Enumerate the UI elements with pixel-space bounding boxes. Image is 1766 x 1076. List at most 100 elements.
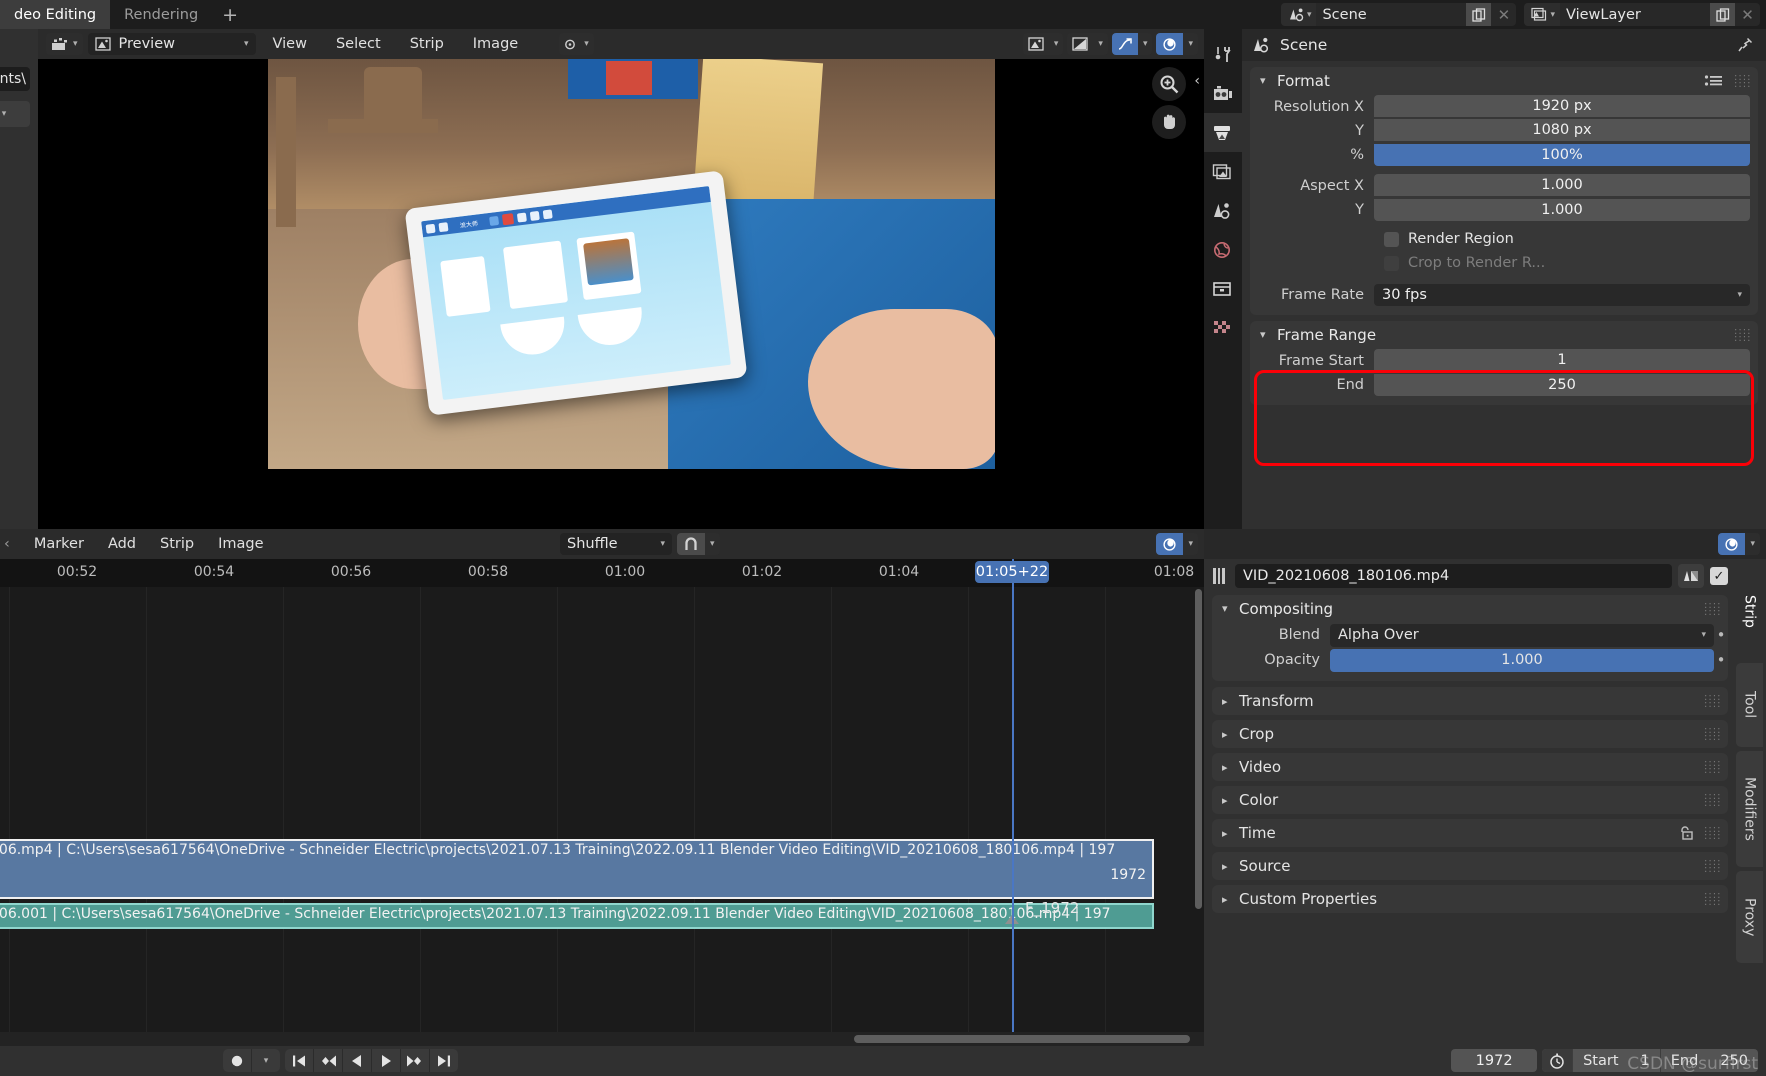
menu-marker[interactable]: Marker xyxy=(22,536,96,552)
record-dropdown-button[interactable]: ▾ xyxy=(252,1049,280,1072)
next-keyframe-icon[interactable] xyxy=(401,1049,429,1072)
compositing-panel-header[interactable]: ▾ Compositing :::::::: xyxy=(1212,595,1728,622)
add-workspace-button[interactable]: + xyxy=(212,0,248,29)
chevron-left-icon[interactable]: ‹ xyxy=(1194,73,1200,89)
panel-crop[interactable]: ▸ Crop :::::::: xyxy=(1212,720,1728,748)
sidebar-tab-tool[interactable]: Tool xyxy=(1736,663,1763,747)
properties-tab-render[interactable] xyxy=(1204,74,1242,113)
editor-type-button[interactable]: ▾ xyxy=(46,33,83,55)
toggle-image-overlay[interactable]: ▾ xyxy=(1022,33,1064,55)
resolution-y-field[interactable]: 1080 px xyxy=(1374,119,1750,141)
menu-strip[interactable]: Strip xyxy=(148,536,206,552)
timeline-tracks[interactable]: 106.mp4 | C:\Users\sesa617564\OneDrive -… xyxy=(0,587,1204,1046)
workspace-tab-rendering[interactable]: Rendering xyxy=(110,0,212,29)
workspace-tab-video-editing[interactable]: deo Editing xyxy=(0,0,111,29)
sidebar-tab-modifiers[interactable]: Modifiers xyxy=(1736,751,1763,867)
current-frame-field[interactable]: 1972 xyxy=(1451,1049,1538,1072)
overlap-mode-dropdown[interactable]: Shuffle ▾ xyxy=(560,533,672,555)
menu-overflow[interactable]: ‹ xyxy=(0,536,22,552)
remove-viewlayer-button[interactable]: ✕ xyxy=(1735,3,1760,26)
toggle-color-manage[interactable]: ▾ xyxy=(1156,33,1198,55)
zoom-in-icon[interactable] xyxy=(1152,67,1186,101)
grip-icon[interactable]: :::::::: xyxy=(1734,326,1750,343)
grip-icon[interactable]: :::::::: xyxy=(1704,792,1720,809)
render-region-row[interactable]: Render Region xyxy=(1250,227,1758,251)
menu-strip[interactable]: Strip xyxy=(398,36,456,52)
opacity-slider[interactable]: 1.000 xyxy=(1330,648,1714,672)
aspect-y-field[interactable]: 1.000 xyxy=(1374,198,1750,221)
panel-video[interactable]: ▸ Video :::::::: xyxy=(1212,753,1728,781)
format-panel-header[interactable]: ▾ Format :::::::: xyxy=(1250,67,1758,94)
timeline-strip-audio[interactable]: 106.001 | C:\Users\sesa617564\OneDrive -… xyxy=(0,903,1154,929)
strip-sidebar-content[interactable]: VID_20210608_180106.mp4 ✓ ▾ Compositing … xyxy=(1204,559,1736,1046)
grip-icon[interactable]: :::::::: xyxy=(1704,600,1720,617)
remove-scene-button[interactable]: ✕ xyxy=(1491,3,1516,26)
chevron-down-icon[interactable]: ▾ xyxy=(1137,33,1153,55)
toggle-gamma-display[interactable]: ▾ xyxy=(1067,33,1108,55)
timeline-horizontal-scrollbar[interactable] xyxy=(0,1032,1204,1046)
scene-datablock-field[interactable]: ▾ Scene ✕ xyxy=(1280,3,1517,26)
menu-image[interactable]: Image xyxy=(461,36,530,52)
grip-icon[interactable]: :::::::: xyxy=(1704,825,1720,842)
view-mode-dropdown[interactable]: Preview ▾ xyxy=(87,33,256,55)
scrollbar-thumb[interactable] xyxy=(1195,589,1202,909)
resolution-x-field[interactable]: 1920 px xyxy=(1374,95,1750,117)
scrollbar-thumb[interactable] xyxy=(854,1035,1190,1043)
panel-color[interactable]: ▸ Color :::::::: xyxy=(1212,786,1728,814)
grip-icon[interactable]: :::::::: xyxy=(1704,726,1720,743)
properties-tab-collection[interactable] xyxy=(1204,269,1242,308)
sequencer-timeline[interactable]: 00:52 00:54 00:56 00:58 01:00 01:02 01:0… xyxy=(0,559,1204,1046)
snap-anchor-button[interactable]: ▾ xyxy=(559,33,594,55)
toggle-sequencer-overlay[interactable]: ▾ xyxy=(1156,533,1198,555)
play-icon[interactable] xyxy=(372,1049,400,1072)
chevron-down-icon[interactable]: ▾ xyxy=(1183,33,1198,55)
frame-rate-dropdown[interactable]: 30 fps ▾ xyxy=(1374,283,1750,306)
chevron-down-icon[interactable]: ▾ xyxy=(1048,33,1064,55)
animate-property-dot[interactable]: • xyxy=(1714,651,1728,669)
jump-to-start-icon[interactable] xyxy=(285,1049,313,1072)
toggle-overlay-curve[interactable]: ▾ xyxy=(1111,33,1153,55)
blend-mode-dropdown[interactable]: Alpha Over ▾ xyxy=(1330,623,1714,647)
color-tag-icon[interactable] xyxy=(1678,564,1704,588)
frame-start-field[interactable]: 1 xyxy=(1374,349,1750,371)
grip-icon[interactable]: :::::::: xyxy=(1704,693,1720,710)
new-scene-button[interactable] xyxy=(1466,3,1492,26)
left-dropdown-button[interactable]: ▾ xyxy=(0,101,30,127)
left-path-field[interactable]: nts\ xyxy=(0,67,30,91)
resolution-percentage-slider[interactable]: 100% xyxy=(1374,143,1750,166)
end-frame-field[interactable]: End 250 xyxy=(1661,1049,1758,1072)
menu-view[interactable]: View xyxy=(261,36,319,52)
panel-custom-properties[interactable]: ▸ Custom Properties :::::::: xyxy=(1212,885,1728,913)
aspect-x-field[interactable]: 1.000 xyxy=(1374,174,1750,196)
jump-to-end-icon[interactable] xyxy=(430,1049,458,1072)
properties-tab-texture[interactable] xyxy=(1204,308,1242,347)
pin-icon[interactable] xyxy=(1736,36,1754,54)
timeline-vertical-scrollbar[interactable] xyxy=(1192,587,1204,1032)
preview-canvas[interactable]: 流大师 ‹ xyxy=(38,59,1204,529)
sidebar-tab-strip[interactable]: Strip xyxy=(1736,563,1763,659)
properties-content[interactable]: ▾ Format :::::::: Resolution X 1920 px Y xyxy=(1242,61,1766,529)
snap-toggle[interactable]: ▾ xyxy=(677,533,720,555)
chevron-down-icon[interactable]: ▾ xyxy=(705,533,720,555)
grip-icon[interactable]: :::::::: xyxy=(1734,72,1750,89)
previous-keyframe-icon[interactable] xyxy=(314,1049,342,1072)
menu-select[interactable]: Select xyxy=(324,36,393,52)
viewlayer-datablock-field[interactable]: ▾ ViewLayer ✕ xyxy=(1524,3,1760,26)
toggle-sequencer-overlay[interactable]: ▾ xyxy=(1718,533,1760,555)
render-region-checkbox[interactable] xyxy=(1384,231,1399,247)
menu-image[interactable]: Image xyxy=(206,536,275,552)
preset-list-icon[interactable] xyxy=(1704,74,1724,88)
properties-tab-scene[interactable] xyxy=(1204,191,1242,230)
pan-hand-icon[interactable] xyxy=(1152,105,1186,139)
frame-range-panel-header[interactable]: ▾ Frame Range :::::::: xyxy=(1250,321,1758,348)
frame-end-field[interactable]: 250 xyxy=(1374,373,1750,396)
start-frame-field[interactable]: Start 1 xyxy=(1573,1049,1660,1072)
panel-transform[interactable]: ▸ Transform :::::::: xyxy=(1212,687,1728,715)
timeline-strip-video[interactable]: 106.mp4 | C:\Users\sesa617564\OneDrive -… xyxy=(0,839,1154,899)
animate-property-dot[interactable]: • xyxy=(1714,626,1728,644)
strip-enabled-checkbox[interactable]: ✓ xyxy=(1710,567,1728,585)
record-dot-icon[interactable] xyxy=(223,1049,251,1072)
stopwatch-icon[interactable] xyxy=(1542,1049,1573,1072)
unlock-icon[interactable] xyxy=(1677,825,1695,841)
panel-source[interactable]: ▸ Source :::::::: xyxy=(1212,852,1728,880)
